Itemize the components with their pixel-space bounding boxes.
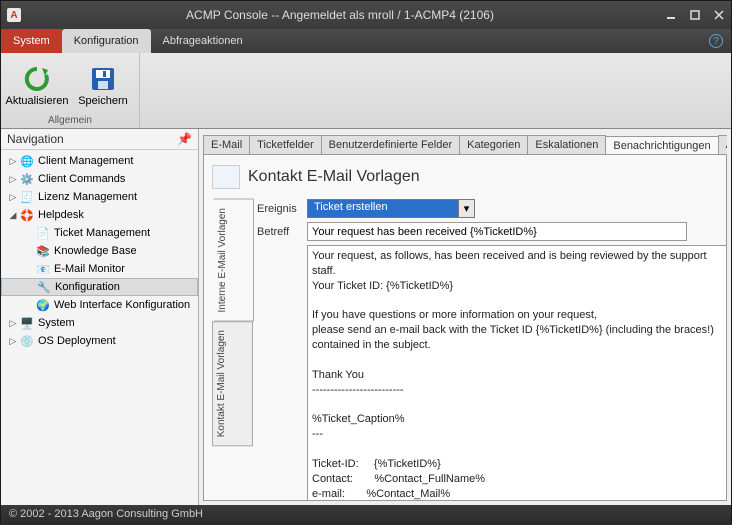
tree-ticket-management[interactable]: 📄Ticket Management [1, 224, 198, 242]
system-icon: 🖥️ [19, 315, 35, 331]
row-ereignis: Ereignis Ticket erstellen ▾ [257, 199, 727, 218]
mail-icon: 📧 [35, 261, 51, 277]
form-area: Interne E-Mail Vorlagen Kontakt E-Mail V… [212, 199, 718, 501]
refresh-button[interactable]: Aktualisieren [11, 57, 63, 113]
vtab-kontakt[interactable]: Kontakt E-Mail Vorlagen [212, 321, 253, 446]
pin-icon[interactable]: 📌 [177, 132, 192, 146]
minimize-button[interactable] [659, 5, 683, 25]
tab-benachrichtigungen[interactable]: Benachrichtigungen [605, 136, 718, 155]
ereignis-combo[interactable]: Ticket erstellen ▾ [307, 199, 475, 218]
save-label: Speichern [78, 95, 128, 107]
label-betreff: Betreff [257, 226, 301, 238]
workspace: Navigation 📌 ▷🌐Client Management ▷⚙️Clie… [1, 129, 731, 505]
save-button[interactable]: Speichern [77, 57, 129, 113]
titlebar: A ACMP Console -- Angemeldet als mroll /… [1, 1, 731, 29]
config-icon: 🔧 [36, 279, 52, 295]
helpdesk-icon: 🛟 [19, 207, 35, 223]
tab-anhaenge[interactable]: Anhänge [718, 135, 727, 154]
navigation-title: Navigation [7, 132, 64, 146]
tab-eskalationen[interactable]: Eskalationen [527, 135, 606, 154]
deploy-icon: 💿 [19, 333, 35, 349]
tab-email[interactable]: E-Mail [203, 135, 250, 154]
app-icon: A [7, 8, 21, 22]
tree-client-commands[interactable]: ▷⚙️Client Commands [1, 170, 198, 188]
ribbon: Aktualisieren Speichern Allgemein [1, 53, 731, 129]
tab-benutzerdefinierte-felder[interactable]: Benutzerdefinierte Felder [321, 135, 461, 154]
ribbon-group-allgemein: Aktualisieren Speichern Allgemein [1, 53, 140, 128]
page-title: Kontakt E-Mail Vorlagen [248, 168, 420, 186]
tabstrip: E-Mail Ticketfelder Benutzerdefinierte F… [203, 133, 727, 155]
content-area: E-Mail Ticketfelder Benutzerdefinierte F… [199, 129, 731, 505]
betreff-input[interactable] [307, 222, 687, 241]
ribbon-group-label: Allgemein [11, 113, 129, 128]
help-icon[interactable]: ? [709, 34, 723, 48]
statusbar: © 2002 - 2013 Aagon Consulting GmbH [1, 505, 731, 525]
menubar: System Konfiguration Abfrageaktionen ? [1, 29, 731, 53]
tab-kategorien[interactable]: Kategorien [459, 135, 528, 154]
navigation-panel: Navigation 📌 ▷🌐Client Management ▷⚙️Clie… [1, 129, 199, 505]
menu-abfrageaktionen[interactable]: Abfrageaktionen [151, 29, 255, 53]
refresh-icon [21, 63, 53, 95]
row-body [257, 245, 727, 501]
refresh-label: Aktualisieren [6, 95, 69, 107]
menu-konfiguration[interactable]: Konfiguration [62, 29, 151, 53]
navigation-header: Navigation 📌 [1, 129, 198, 150]
tree-system[interactable]: ▷🖥️System [1, 314, 198, 332]
body-textarea[interactable] [307, 245, 727, 501]
license-icon: 🧾 [19, 189, 35, 205]
tree-client-management[interactable]: ▷🌐Client Management [1, 152, 198, 170]
menu-system[interactable]: System [1, 29, 62, 53]
navigation-tree: ▷🌐Client Management ▷⚙️Client Commands ▷… [1, 150, 198, 352]
window-title: ACMP Console -- Angemeldet als mroll / 1… [21, 8, 659, 22]
statusbar-text: © 2002 - 2013 Aagon Consulting GmbH [9, 508, 203, 520]
tree-helpdesk[interactable]: ◢🛟Helpdesk [1, 206, 198, 224]
globe-icon: 🌐 [19, 153, 35, 169]
page-title-icon [212, 165, 240, 189]
gear-icon: ⚙️ [19, 171, 35, 187]
tree-web-interface-konfiguration[interactable]: 🌍Web Interface Konfiguration [1, 296, 198, 314]
tree-knowledge-base[interactable]: 📚Knowledge Base [1, 242, 198, 260]
save-icon [87, 63, 119, 95]
book-icon: 📚 [35, 243, 51, 259]
tree-os-deployment[interactable]: ▷💿OS Deployment [1, 332, 198, 350]
vtab-interne[interactable]: Interne E-Mail Vorlagen [213, 199, 254, 322]
tab-ticketfelder[interactable]: Ticketfelder [249, 135, 321, 154]
tree-lizenz-management[interactable]: ▷🧾Lizenz Management [1, 188, 198, 206]
vertical-tabs: Interne E-Mail Vorlagen Kontakt E-Mail V… [212, 199, 253, 501]
row-betreff: Betreff [257, 222, 727, 241]
label-ereignis: Ereignis [257, 203, 301, 215]
page-title-row: Kontakt E-Mail Vorlagen [212, 161, 718, 199]
form-fields: Ereignis Ticket erstellen ▾ Betreff [257, 199, 727, 501]
tree-konfiguration[interactable]: 🔧Konfiguration [1, 278, 198, 296]
ticket-icon: 📄 [35, 225, 51, 241]
ereignis-value: Ticket erstellen [308, 200, 458, 217]
close-button[interactable] [707, 5, 731, 25]
content-body: Kontakt E-Mail Vorlagen Interne E-Mail V… [203, 155, 727, 501]
web-icon: 🌍 [35, 297, 51, 313]
tree-email-monitor[interactable]: 📧E-Mail Monitor [1, 260, 198, 278]
maximize-button[interactable] [683, 5, 707, 25]
chevron-down-icon[interactable]: ▾ [458, 200, 474, 217]
